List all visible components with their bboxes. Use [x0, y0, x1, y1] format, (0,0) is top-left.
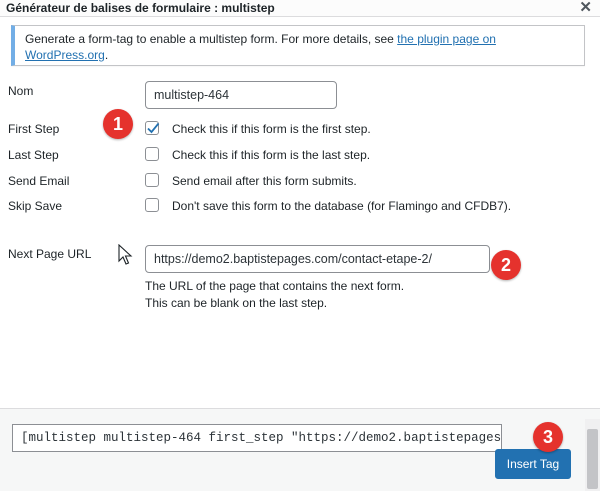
next-page-url-label: Next Page URL [8, 247, 92, 261]
skip-save-checkbox[interactable] [145, 198, 159, 212]
step-badge-1: 1 [103, 109, 133, 139]
scrollbar-thumb[interactable] [587, 429, 598, 489]
skip-save-text: Don't save this form to the database (fo… [172, 199, 512, 213]
step-badge-3: 3 [533, 422, 563, 452]
close-icon[interactable]: ✕ [579, 0, 592, 16]
name-label: Nom [8, 84, 34, 98]
step-badge-2: 2 [491, 250, 521, 280]
send-email-checkbox[interactable] [145, 173, 159, 187]
first-step-label: First Step [8, 122, 60, 136]
send-email-label: Send Email [8, 174, 70, 188]
form-tag-output[interactable]: [multistep multistep-464 first_step "htt… [12, 424, 502, 452]
next-page-url-hint: The URL of the page that contains the ne… [145, 279, 405, 293]
last-step-checkbox[interactable] [145, 147, 159, 161]
last-step-text: Check this if this form is the last step… [172, 148, 371, 162]
dialog-footer: [multistep multistep-464 first_step "htt… [0, 408, 600, 491]
next-page-url-hint-blank: This can be blank on the last step. [145, 296, 328, 310]
skip-save-label: Skip Save [8, 199, 63, 213]
first-step-text: Check this if this form is the first ste… [172, 122, 371, 136]
insert-tag-button[interactable]: Insert Tag [495, 449, 571, 479]
mouse-pointer-icon [118, 244, 133, 265]
send-email-text: Send email after this form submits. [172, 174, 357, 188]
name-input[interactable] [145, 81, 337, 109]
dialog-title: Générateur de balises de formulaire : mu… [6, 1, 275, 15]
first-step-checkbox[interactable] [145, 121, 160, 135]
checkmark-icon [147, 122, 160, 134]
notice-text: Generate a form-tag to enable a multiste… [25, 32, 496, 62]
info-notice: Generate a form-tag to enable a multiste… [11, 25, 585, 66]
dialog-titlebar: Générateur de balises de formulaire : mu… [0, 0, 600, 17]
last-step-label: Last Step [8, 148, 59, 162]
next-page-url-input[interactable] [145, 245, 490, 273]
